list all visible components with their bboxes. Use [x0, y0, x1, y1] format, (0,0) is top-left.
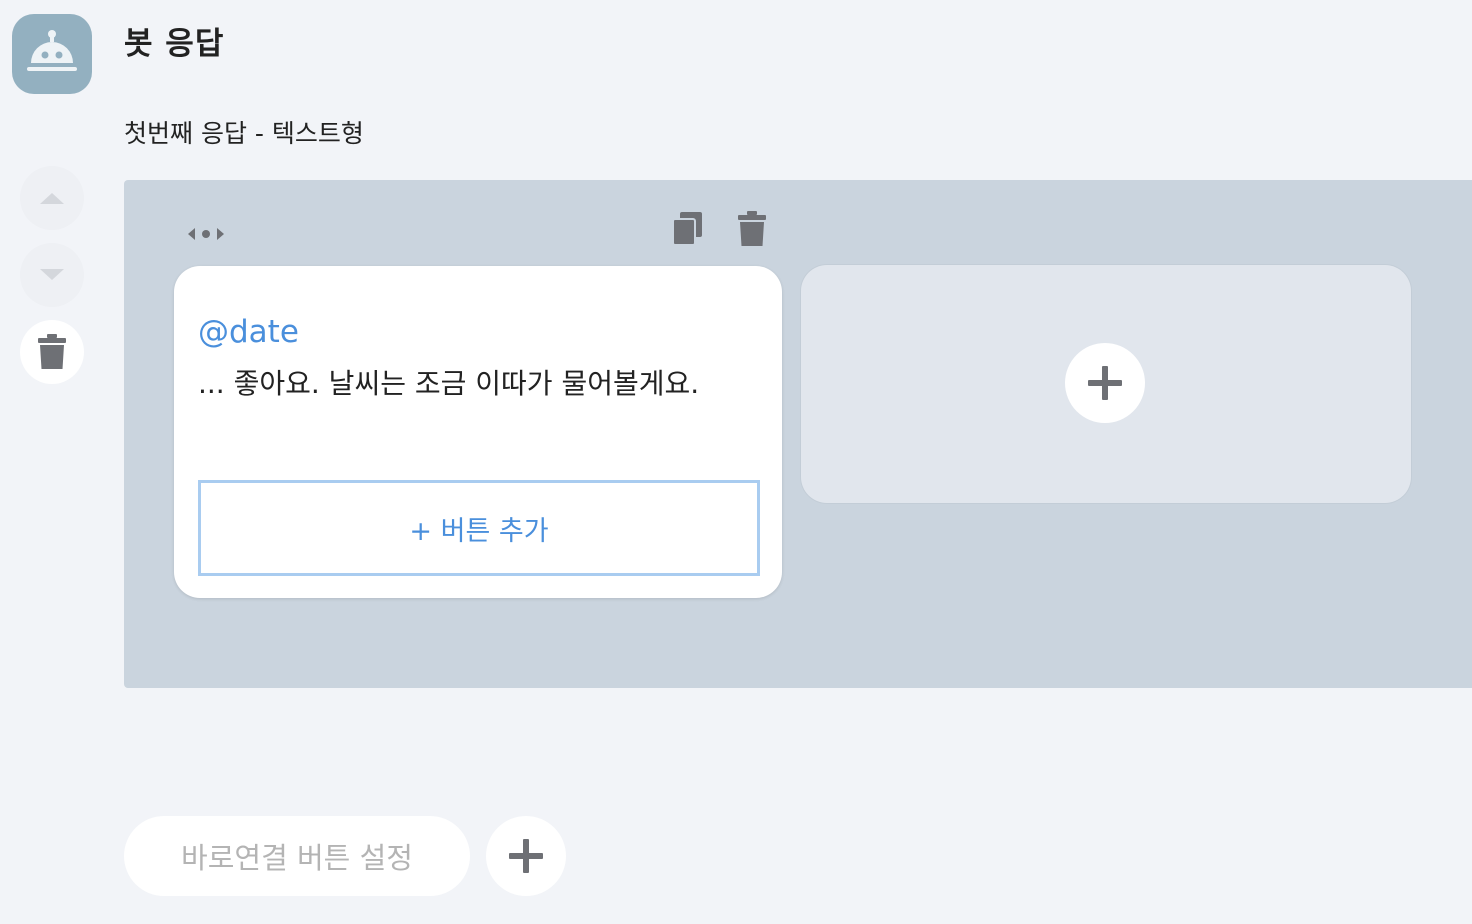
bot-avatar — [12, 14, 92, 94]
plus-icon — [509, 839, 543, 873]
quick-link-button[interactable]: 바로연결 버튼 설정 — [124, 816, 470, 896]
plus-icon — [1088, 366, 1122, 400]
trash-icon[interactable] — [737, 211, 767, 251]
date-variable[interactable]: @date — [198, 314, 299, 350]
add-card-button[interactable] — [1065, 343, 1145, 423]
add-card-area[interactable] — [801, 265, 1411, 503]
add-button-button[interactable]: + 버튼 추가 — [198, 480, 760, 576]
response-text[interactable]: ... 좋아요. 날씨는 조금 이따가 물어볼게요. — [198, 362, 768, 402]
text-response-card[interactable]: @date ... 좋아요. 날씨는 조금 이따가 물어볼게요. + 버튼 추가 — [174, 266, 782, 598]
delete-response-button[interactable] — [20, 320, 84, 384]
move-down-button[interactable] — [20, 243, 84, 307]
response-subtitle: 첫번째 응답 - 텍스트형 — [124, 119, 364, 148]
copy-icon[interactable] — [672, 212, 704, 250]
bot-response-title: 봇 응답 — [124, 26, 225, 62]
drag-handle-icon[interactable] — [186, 224, 226, 248]
move-up-button[interactable] — [20, 166, 84, 230]
caret-down-icon — [40, 269, 64, 280]
trash-icon — [38, 334, 66, 369]
add-quick-link-button[interactable] — [486, 816, 566, 896]
robot-icon — [27, 30, 77, 71]
caret-up-icon — [40, 193, 64, 204]
